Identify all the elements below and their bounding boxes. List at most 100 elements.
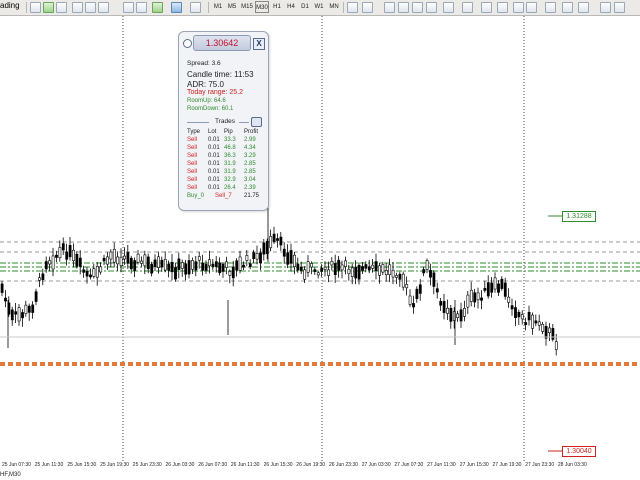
candle-body (41, 273, 45, 281)
candle-body (44, 261, 48, 270)
trade-lot: 0.01 (208, 137, 220, 143)
timeframe-m15[interactable]: M15 (240, 1, 254, 13)
fibonacci-icon[interactable] (443, 2, 454, 13)
toolbar-separator (343, 2, 344, 13)
candle-body (303, 269, 307, 280)
time-tick-label: 28 Jun 03:30 (557, 462, 587, 468)
zoom-in-icon[interactable] (72, 2, 83, 13)
dropdown-icon[interactable] (614, 2, 625, 13)
today-range-text: Today range: 25.2 (187, 89, 244, 96)
candle-body (112, 248, 116, 263)
trades-title: Trades (215, 118, 235, 125)
candle-body (51, 255, 55, 270)
time-tick-label: 26 Jun 03:30 (165, 462, 195, 468)
price-label-icon[interactable] (562, 2, 573, 13)
candle-body (480, 297, 483, 301)
arrow-right-icon[interactable] (578, 2, 589, 13)
candle-body (299, 266, 303, 271)
ellipse-icon[interactable] (481, 2, 492, 13)
candle-body (174, 267, 177, 280)
time-tick-label: 26 Jun 07:30 (198, 462, 228, 468)
candle-body (286, 252, 290, 265)
crosshair-icon[interactable] (362, 2, 373, 13)
candle-body (225, 261, 228, 268)
candle-body (109, 251, 113, 260)
price-label-high: 1.31288 (562, 211, 596, 222)
chart-shift-icon[interactable] (123, 2, 134, 13)
cursor-icon[interactable] (347, 2, 358, 13)
timeframe-h1[interactable]: H1 (271, 1, 283, 13)
candle-body (469, 289, 473, 302)
candle-body (534, 320, 538, 324)
candle-body (140, 260, 143, 264)
templates-icon[interactable] (190, 2, 201, 13)
timeframe-h4[interactable]: H4 (285, 1, 297, 13)
toolbar: ading M1 M5 M15 M30 H1 H4 D1 W1 MN (0, 0, 640, 16)
header-profit: Profit (244, 129, 259, 135)
candle-body (262, 242, 266, 255)
candle-body (473, 292, 477, 303)
candle-body (184, 263, 188, 275)
candle-body (180, 262, 184, 269)
header-lot: Lot (208, 129, 217, 135)
candle-body (235, 260, 239, 271)
bar-chart-icon[interactable] (30, 2, 41, 13)
time-tick-label: 27 Jun 19:30 (492, 462, 522, 468)
candle-body (327, 269, 330, 276)
zoom-out-icon[interactable] (85, 2, 96, 13)
label-icon[interactable] (497, 2, 508, 13)
arrow-down-icon[interactable] (513, 2, 524, 13)
timeframe-m1[interactable]: M1 (212, 1, 224, 13)
spread-text: Spread: 3.6 (187, 60, 221, 67)
timeframe-d1[interactable]: D1 (299, 1, 311, 13)
candle-body (340, 264, 344, 271)
price-chart[interactable] (0, 16, 640, 461)
autoscroll-icon[interactable] (136, 2, 147, 13)
time-tick-label: 26 Jun 19:30 (296, 462, 326, 468)
tile-windows-icon[interactable] (98, 2, 109, 13)
periodicity-icon[interactable] (171, 2, 182, 13)
stop-icon[interactable] (600, 2, 611, 13)
candle-body (27, 305, 31, 313)
trade-row: Sell 0.01 31.9 2.85 (187, 168, 265, 176)
header-pip: Pip (224, 129, 233, 135)
candle-body (548, 327, 551, 333)
candlestick-icon[interactable] (43, 2, 54, 13)
minimize-icon[interactable] (251, 117, 262, 127)
trendline-icon[interactable] (412, 2, 423, 13)
vertical-line-icon[interactable] (384, 2, 395, 13)
roomup-text: RoomUp: 64.6 (187, 98, 226, 104)
candle-body (503, 282, 507, 297)
trade-pip: 31.9 (224, 169, 236, 175)
candle-body (92, 268, 96, 277)
menu-fragment[interactable]: ading (0, 1, 20, 10)
candle-body (58, 247, 62, 259)
horizontal-line-icon[interactable] (398, 2, 409, 13)
line-chart-icon[interactable] (56, 2, 67, 13)
trade-info-panel[interactable]: 1.30642 X Spread: 3.6 Candle time: 11:53… (178, 31, 269, 211)
candle-body (99, 266, 103, 273)
text-icon[interactable] (462, 2, 473, 13)
candle-body (133, 260, 137, 271)
close-button[interactable]: X (253, 38, 265, 50)
header-type: Type (187, 129, 201, 135)
check-icon[interactable] (526, 2, 537, 13)
candle-body (272, 233, 276, 242)
candle-body (384, 270, 388, 276)
pin-icon[interactable] (183, 39, 192, 48)
candle-body (476, 292, 480, 301)
timeframe-w1[interactable]: W1 (313, 1, 325, 13)
timeframe-m30[interactable]: M30 (255, 1, 269, 13)
candle-body (157, 256, 160, 268)
candle-body (211, 263, 215, 268)
indicators-icon[interactable] (152, 2, 163, 13)
timeframe-mn[interactable]: MN (327, 1, 341, 13)
arrow-up-icon[interactable] (545, 2, 556, 13)
channel-icon[interactable] (426, 2, 437, 13)
candle-body (544, 326, 548, 339)
timeframe-m5[interactable]: M5 (226, 1, 238, 13)
trade-profit: 3.04 (244, 177, 256, 183)
candle-body (61, 243, 65, 251)
candle-body (497, 283, 500, 293)
time-tick-label: 25 Jun 15:30 (67, 462, 97, 468)
